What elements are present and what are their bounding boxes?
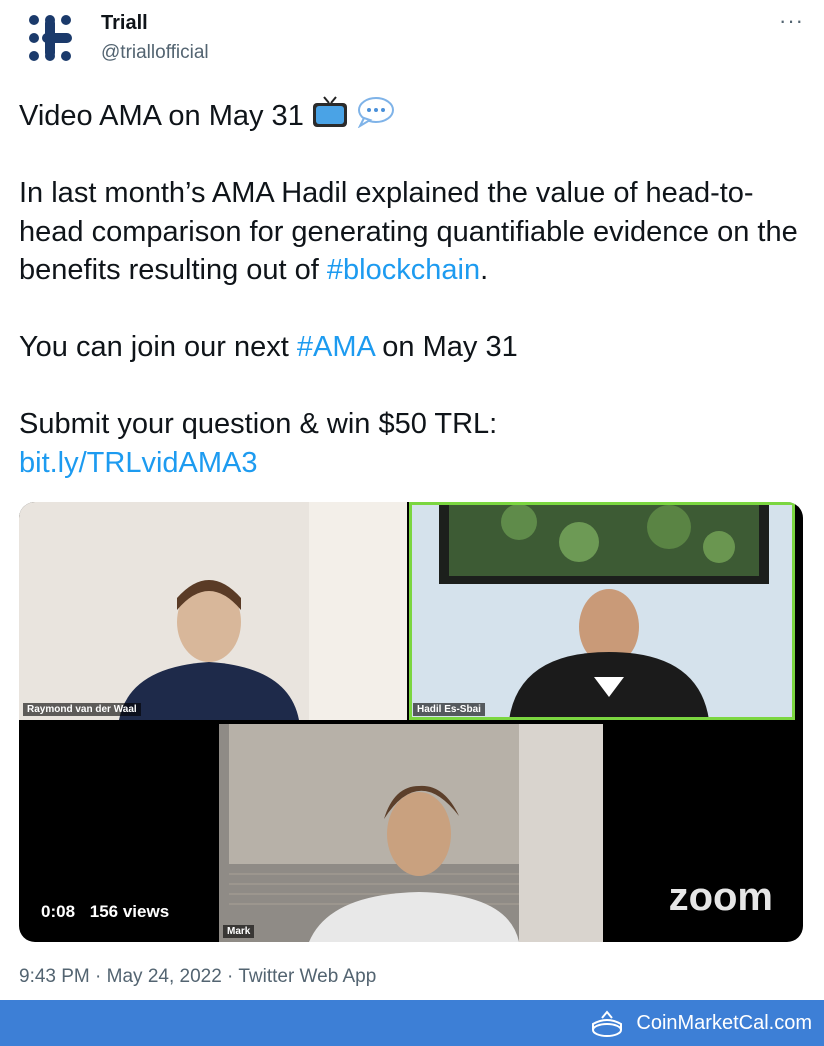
speech-balloon-icon: [357, 97, 394, 128]
tweet-text: Video AMA on May 31 In last month’s AMA …: [19, 96, 809, 482]
coinmarketcal-icon: [592, 1010, 622, 1037]
account-name[interactable]: Triall: [101, 12, 148, 35]
participant-raymond-image: [19, 502, 407, 720]
video-tile-raymond: Raymond van der Waal: [19, 502, 407, 720]
footer-brand[interactable]: CoinMarketCal.com: [636, 1012, 812, 1035]
hashtag-ama-link[interactable]: #AMA: [297, 331, 374, 363]
punctuation: .: [480, 254, 489, 286]
video-meta: 0:08 156 views: [41, 902, 169, 922]
participant-label-hadil: Hadil Es-Sbai: [413, 703, 485, 716]
tv-emoji-icon: [312, 96, 347, 127]
video-views: 156 views: [89, 902, 170, 921]
zoom-logo: zoom: [668, 875, 773, 919]
triall-logo[interactable]: [28, 14, 76, 62]
more-icon[interactable]: ···: [779, 8, 804, 34]
hashtag-blockchain-link[interactable]: #blockchain: [327, 254, 480, 286]
video-tile-hadil: Hadil Es-Sbai: [409, 502, 795, 720]
video-player[interactable]: Raymond van der Waal Hadil Es-Sbai Mark …: [19, 502, 803, 942]
video-tile-mark: Mark: [219, 724, 603, 942]
tweet-paragraph-3-end: on May 31: [374, 331, 518, 363]
participant-hadil-image: [409, 502, 795, 720]
coinmarketcal-footer: CoinMarketCal.com: [0, 1000, 824, 1046]
tweet-line-1: Video AMA on May 31: [19, 100, 304, 132]
participant-label-mark: Mark: [223, 925, 255, 938]
tweet-paragraph-4: Submit your question & win $50 TRL:: [19, 408, 498, 440]
participant-mark-image: [219, 724, 603, 942]
tweet-header: Triall @triallofficial ···: [0, 0, 824, 84]
tweet-timestamp[interactable]: 9:43 PM · May 24, 2022 · Twitter Web App: [19, 966, 376, 988]
account-handle[interactable]: @triallofficial: [101, 42, 209, 64]
video-time: 0:08: [41, 902, 76, 921]
participant-label-raymond: Raymond van der Waal: [23, 703, 141, 716]
tweet-link[interactable]: bit.ly/TRLvidAMA3: [19, 447, 258, 479]
tweet-paragraph-3: You can join our next: [19, 331, 297, 363]
